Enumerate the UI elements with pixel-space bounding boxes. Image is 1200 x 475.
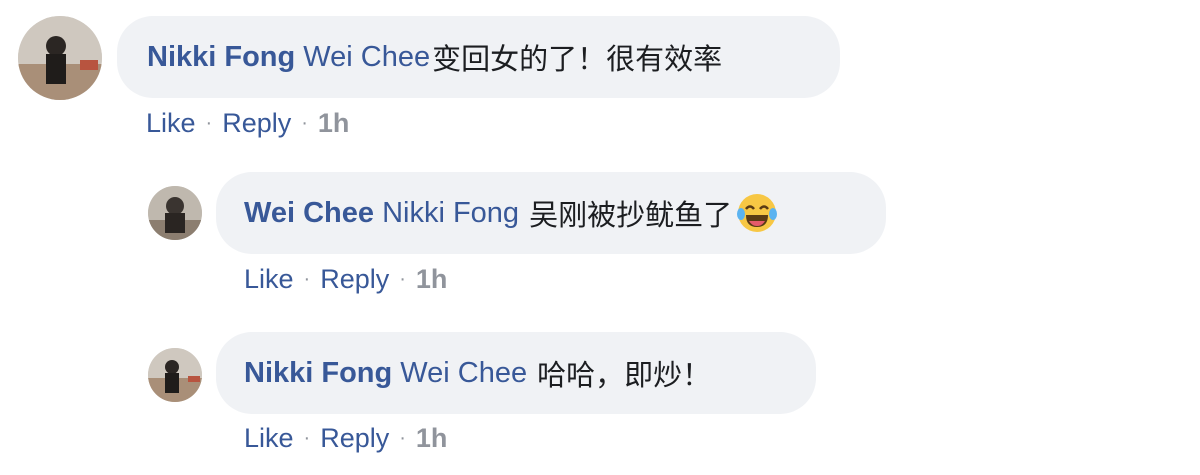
- mention-link[interactable]: Nikki Fong: [382, 197, 519, 230]
- laughing-tears-emoji-icon: [737, 194, 778, 232]
- avatar[interactable]: [148, 348, 202, 402]
- separator-dot: ·: [303, 267, 311, 290]
- mention-link[interactable]: Wei Chee: [303, 41, 430, 74]
- separator-dot: ·: [301, 111, 308, 134]
- comment-actions: Like · Reply · 1h: [244, 262, 447, 296]
- comment-bubble: Nikki Fong Wei Chee 哈哈，即炒！: [216, 332, 816, 414]
- like-link[interactable]: Like: [146, 108, 196, 139]
- reply-link[interactable]: Reply: [320, 264, 389, 295]
- comment-actions: Like · Reply · 1h: [146, 106, 349, 140]
- avatar-photo-icon: [148, 348, 202, 402]
- comment-timestamp[interactable]: 1h: [416, 423, 448, 454]
- separator-dot: ·: [303, 426, 311, 449]
- separator-dot: ·: [205, 111, 213, 134]
- separator-dot: ·: [399, 426, 406, 449]
- reply-link[interactable]: Reply: [222, 108, 291, 139]
- comment-text: 变回女的了！很有效率: [432, 44, 723, 76]
- avatar-photo-icon: [18, 16, 102, 100]
- mention-link[interactable]: Wei Chee: [400, 357, 527, 390]
- comment-timestamp[interactable]: 1h: [416, 264, 448, 295]
- comment-text: 哈哈，即炒！: [537, 360, 712, 392]
- like-link[interactable]: Like: [244, 423, 294, 454]
- comment-author[interactable]: Wei Chee: [244, 197, 374, 230]
- comment-bubble: Nikki Fong Wei Chee 变回女的了！很有效率: [117, 16, 840, 98]
- comment-author[interactable]: Nikki Fong: [244, 357, 392, 390]
- avatar-photo-icon: [148, 186, 202, 240]
- comment-text: 吴刚被抄鱿鱼了: [529, 200, 733, 232]
- separator-dot: ·: [399, 267, 406, 290]
- comment-author[interactable]: Nikki Fong: [147, 41, 295, 74]
- avatar[interactable]: [148, 186, 202, 240]
- comment-bubble: Wei Chee Nikki Fong 吴刚被抄鱿鱼了: [216, 172, 886, 254]
- reply-link[interactable]: Reply: [320, 423, 389, 454]
- avatar[interactable]: [18, 16, 102, 100]
- like-link[interactable]: Like: [244, 264, 294, 295]
- comment-actions: Like · Reply · 1h: [244, 421, 447, 455]
- comment-timestamp[interactable]: 1h: [318, 108, 350, 139]
